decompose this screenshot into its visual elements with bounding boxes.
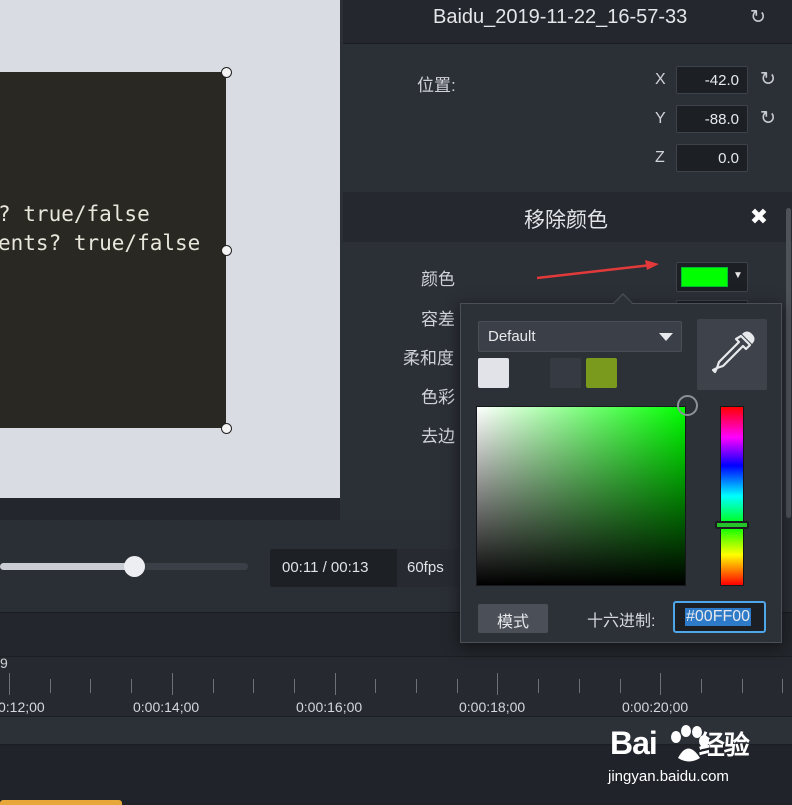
palette-swatch[interactable] bbox=[514, 358, 545, 388]
color-picker-popup: Default 模式 十六进制: #00FF00 bbox=[460, 303, 782, 643]
defringe-label: 去边 bbox=[421, 427, 455, 446]
time-display: 00:11 / 00:13 60fps bbox=[270, 549, 458, 587]
hue-label: 色彩 bbox=[421, 388, 455, 407]
ruler-tick bbox=[579, 679, 580, 693]
properties-header: Baidu_2019-11-22_16-57-33 ↻ bbox=[343, 0, 792, 44]
ruler-tick bbox=[457, 679, 458, 693]
hue-slider[interactable] bbox=[720, 406, 744, 586]
tick-label: 0:00:18;00 bbox=[459, 699, 526, 715]
code-line: ents? true/false bbox=[0, 231, 201, 255]
tick-label: 0:00:14;00 bbox=[133, 699, 200, 715]
ruler-tick bbox=[375, 679, 376, 693]
ruler-tick bbox=[213, 679, 214, 693]
ruler-tick bbox=[294, 679, 295, 693]
eyedropper-icon bbox=[711, 331, 755, 374]
resize-handle[interactable] bbox=[221, 423, 232, 434]
position-label: 位置: bbox=[417, 76, 456, 95]
ruler-tick bbox=[660, 673, 661, 695]
ruler-tick bbox=[131, 679, 132, 693]
ruler-tick bbox=[335, 673, 336, 695]
x-axis-label: X bbox=[655, 71, 666, 88]
ruler-tick bbox=[9, 673, 10, 695]
ruler-tick bbox=[782, 679, 783, 693]
watermark: Bai 经验 jingyan.baidu.com bbox=[604, 721, 790, 803]
canvas-footer bbox=[0, 498, 340, 520]
y-axis-label: Y bbox=[655, 110, 666, 127]
position-x-field[interactable]: -42.0 bbox=[676, 66, 748, 94]
resize-handle[interactable] bbox=[221, 67, 232, 78]
mode-button[interactable]: 模式 bbox=[478, 604, 548, 633]
ruler-tick bbox=[90, 679, 91, 693]
saturation-value-area[interactable] bbox=[476, 406, 686, 586]
selected-color-swatch bbox=[681, 267, 728, 287]
softness-label: 柔和度 bbox=[403, 349, 454, 368]
fps-box: 60fps bbox=[397, 549, 458, 587]
resize-handle[interactable] bbox=[221, 245, 232, 256]
tick-label: 0:00:16;00 bbox=[296, 699, 363, 715]
ruler-number: 9 bbox=[0, 655, 8, 671]
watermark-url: jingyan.baidu.com bbox=[608, 768, 729, 785]
ruler-tick bbox=[620, 679, 621, 693]
mode-button-label: 模式 bbox=[496, 614, 529, 631]
palette-select-value: Default bbox=[488, 328, 536, 345]
ruler-tick bbox=[497, 673, 498, 695]
close-icon[interactable]: ✖ bbox=[747, 205, 771, 229]
timeline-ruler[interactable]: 9 0:12;00 0:00:14;00 0:00:16;00 0:00:18;00 0… bbox=[0, 655, 792, 716]
clip-title: Baidu_2019-11-22_16-57-33 bbox=[433, 6, 688, 28]
eyedropper-button[interactable] bbox=[697, 319, 767, 390]
watermark-logo: Bai 经验 bbox=[610, 725, 750, 761]
scrub-thumb[interactable] bbox=[124, 556, 145, 577]
scrollbar[interactable] bbox=[786, 208, 791, 518]
timeline-clip[interactable] bbox=[0, 800, 122, 805]
palette-swatch[interactable] bbox=[550, 358, 581, 388]
chevron-down-icon bbox=[659, 333, 673, 341]
popup-pointer-fill bbox=[613, 295, 633, 305]
hex-label: 十六进制: bbox=[587, 613, 656, 630]
ruler-tick bbox=[538, 679, 539, 693]
palette-select[interactable]: Default bbox=[478, 321, 682, 352]
color-cursor[interactable] bbox=[677, 395, 698, 416]
position-y-field[interactable]: -88.0 bbox=[676, 105, 748, 133]
reset-y-icon[interactable]: ↻ bbox=[758, 109, 778, 129]
effect-title: 移除颜色 bbox=[524, 209, 608, 232]
ruler-tick bbox=[701, 679, 702, 693]
tick-label: 0:00:20;00 bbox=[622, 699, 689, 715]
video-clip[interactable]: ? true/false ents? true/false bbox=[0, 72, 226, 428]
ruler-tick bbox=[416, 679, 417, 693]
color-label: 颜色 bbox=[421, 270, 455, 289]
fps-text: 60fps bbox=[407, 559, 444, 576]
tolerance-label: 容差 bbox=[421, 310, 455, 329]
hex-input[interactable]: #00FF00 bbox=[673, 601, 766, 633]
tick-label: 0:12;00 bbox=[0, 699, 45, 715]
ruler-tick bbox=[253, 679, 254, 693]
z-axis-label: Z bbox=[655, 149, 665, 166]
ruler-tick bbox=[742, 679, 743, 693]
palette-swatch[interactable] bbox=[586, 358, 617, 388]
reset-x-icon[interactable]: ↻ bbox=[758, 70, 778, 90]
position-z-field[interactable]: 0.0 bbox=[676, 144, 748, 172]
palette-swatch[interactable] bbox=[478, 358, 509, 388]
ruler-tick bbox=[50, 679, 51, 693]
code-line: ? true/false bbox=[0, 202, 150, 226]
effect-header: 移除颜色 ✖ bbox=[343, 192, 792, 242]
hue-slider-handle[interactable] bbox=[715, 521, 749, 529]
scrub-progress bbox=[0, 563, 134, 570]
reset-icon[interactable]: ↻ bbox=[748, 8, 768, 28]
ruler-tick bbox=[172, 673, 173, 695]
time-text: 00:11 / 00:13 bbox=[282, 559, 369, 576]
hex-value: #00FF00 bbox=[685, 608, 752, 626]
annotation-arrow bbox=[536, 260, 659, 280]
chevron-down-icon: ▼ bbox=[733, 270, 743, 281]
color-swatch-button[interactable]: ▼ bbox=[676, 262, 748, 292]
